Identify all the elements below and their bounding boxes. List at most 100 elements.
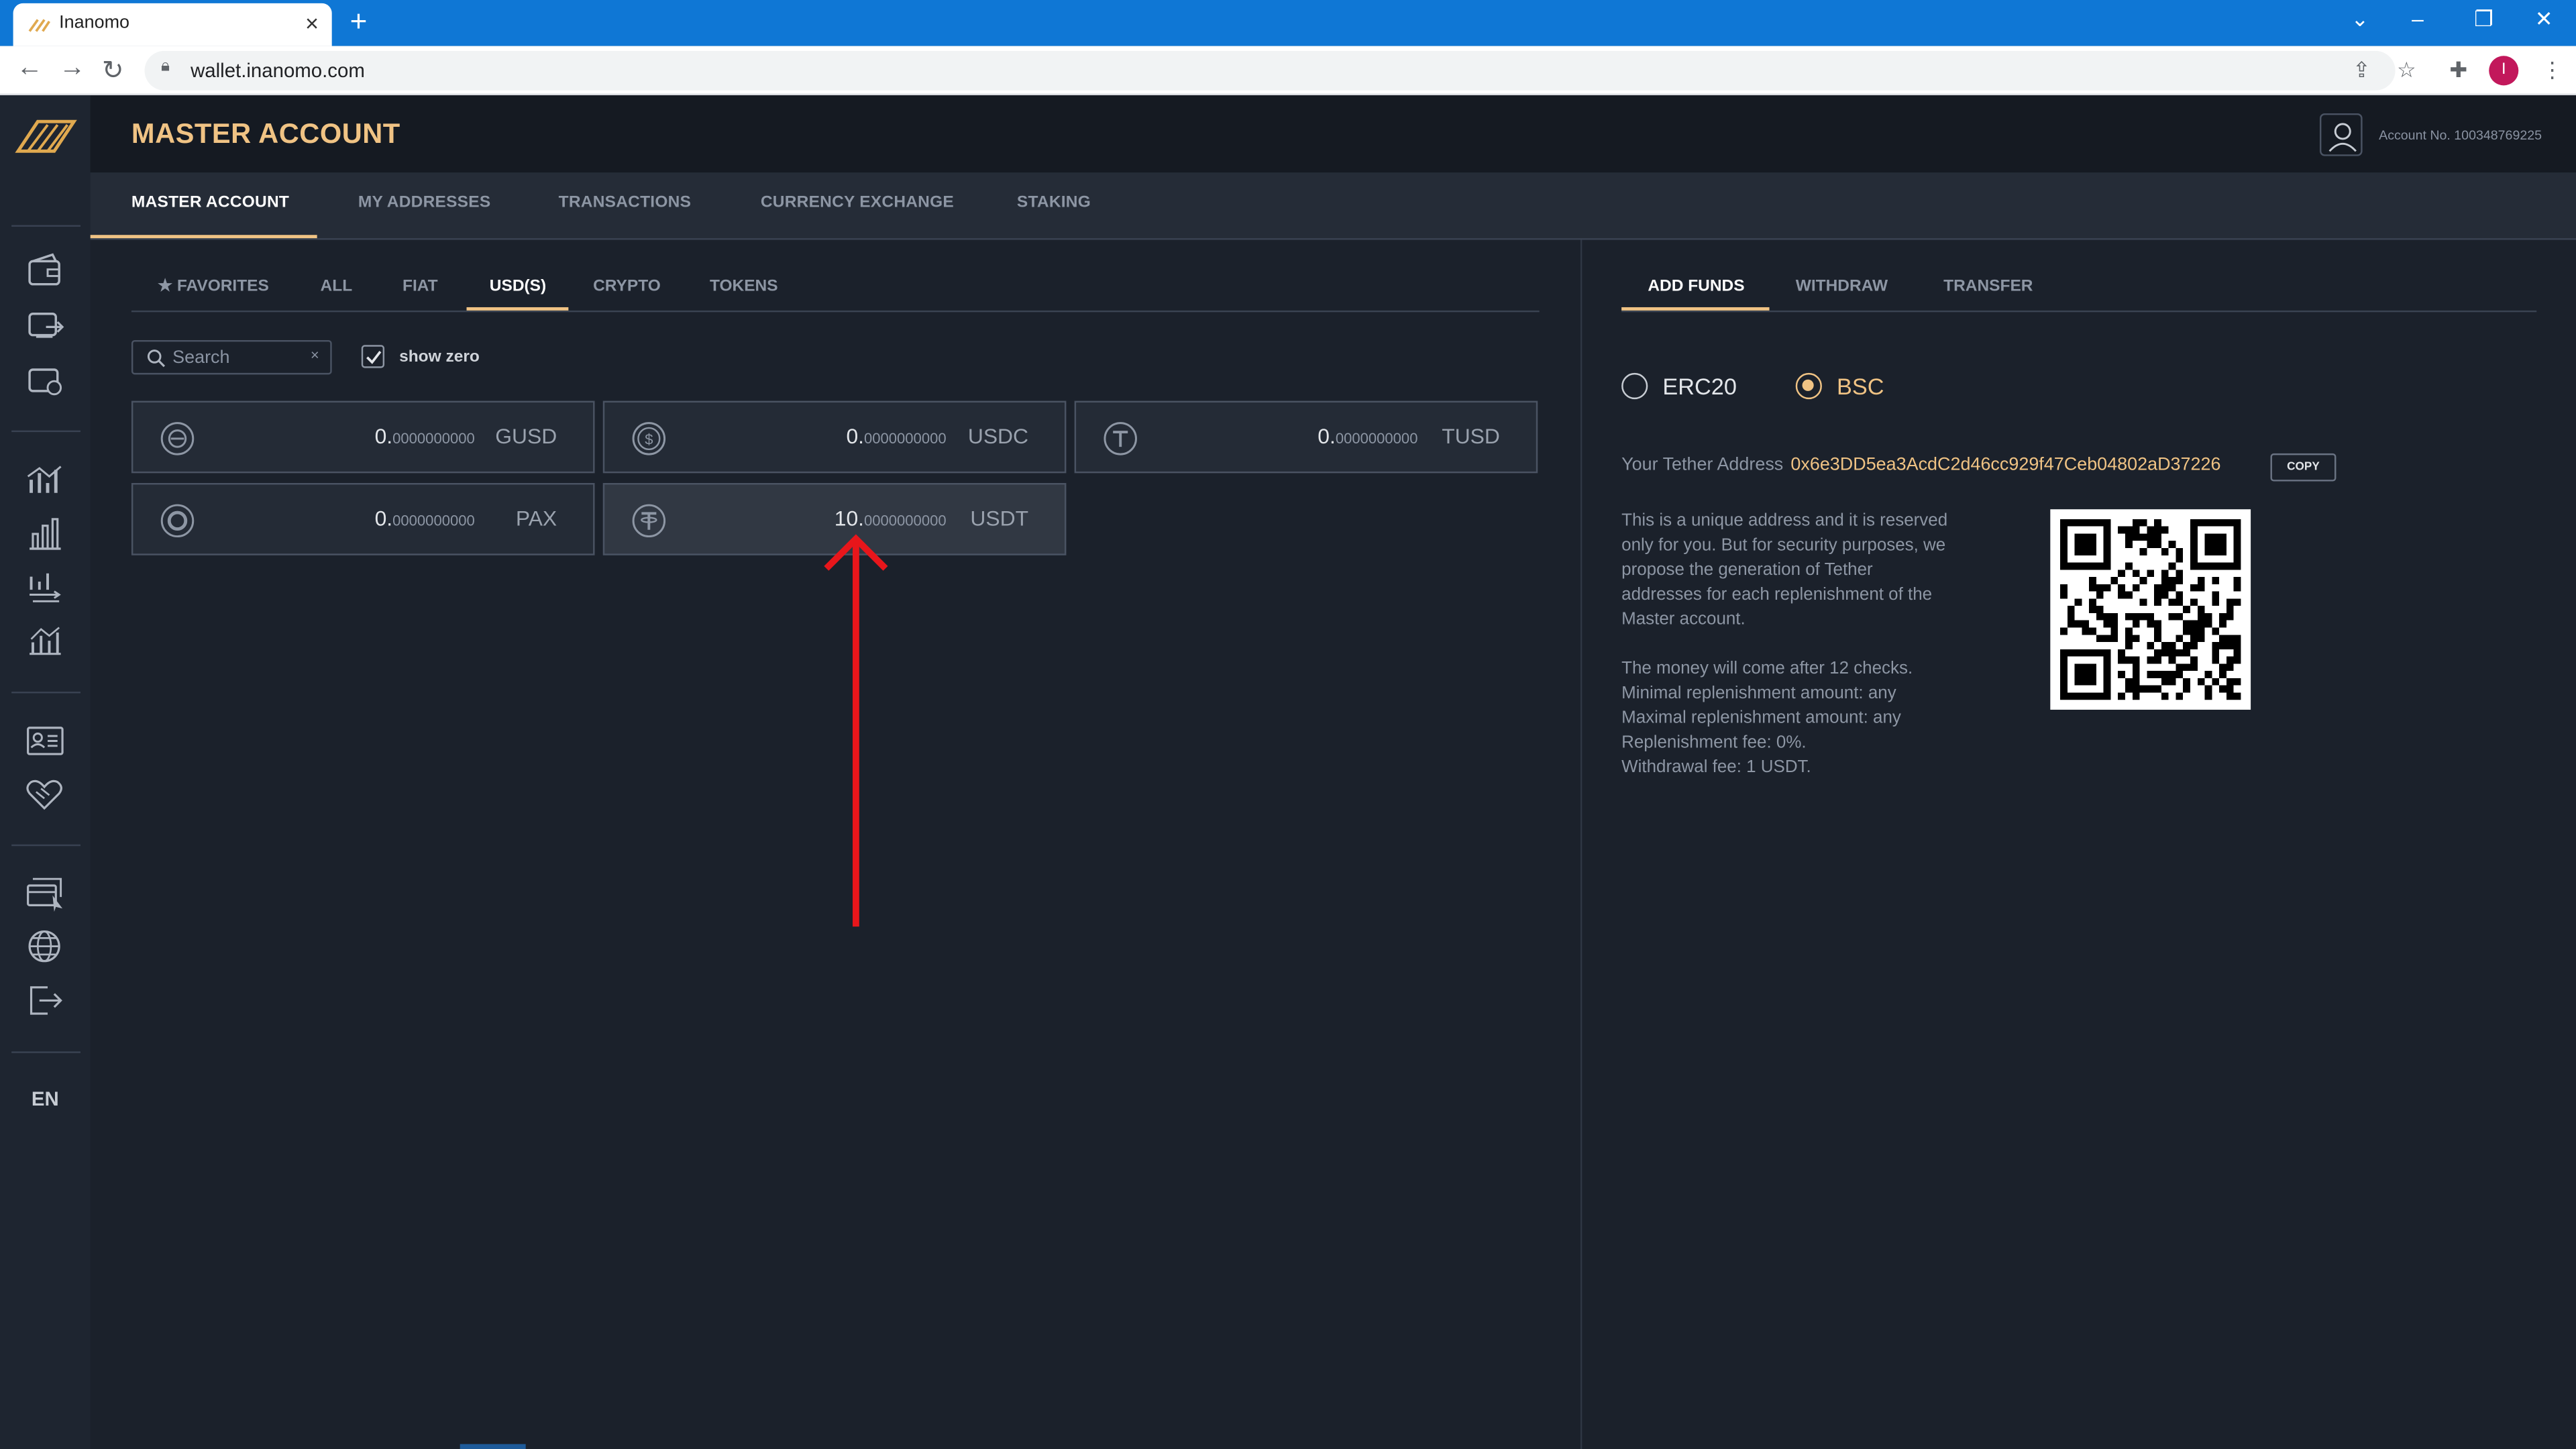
star-icon: ★ bbox=[158, 277, 173, 296]
inanomo-favicon-icon bbox=[28, 19, 50, 32]
tab-withdraw[interactable]: WITHDRAW bbox=[1796, 278, 1888, 296]
forward-icon[interactable]: → bbox=[59, 54, 85, 84]
tab-transfer[interactable]: TRANSFER bbox=[1943, 278, 2033, 296]
nav-staking[interactable]: STAKING bbox=[1017, 194, 1091, 212]
search-icon bbox=[147, 350, 166, 368]
nav-my-addresses[interactable]: MY ADDRESSES bbox=[358, 194, 491, 212]
network-label-bsc: BSC bbox=[1836, 372, 1884, 400]
balance-amount: 0.0000000000 bbox=[374, 506, 475, 531]
tab-crypto[interactable]: CRYPTO bbox=[593, 278, 661, 296]
user-profile-icon[interactable] bbox=[2319, 113, 2363, 156]
annotation-arrow bbox=[824, 534, 888, 927]
tab-usds[interactable]: USD(S) bbox=[490, 278, 546, 296]
address-bar[interactable]: 🔒︎ wallet.inanomo.com bbox=[144, 50, 2396, 91]
tab-search-icon[interactable]: ⌄ bbox=[2351, 7, 2369, 33]
currency-card-usdc[interactable]: $ 0.0000000000 USDC bbox=[602, 400, 1067, 474]
funds-panel: ADD FUNDS WITHDRAW TRANSFER ERC20 BSC Yo… bbox=[1582, 240, 2576, 1449]
wallet-add-icon[interactable] bbox=[23, 360, 66, 399]
show-zero-checkbox[interactable] bbox=[361, 345, 385, 368]
balance-amount: 0.0000000000 bbox=[1318, 423, 1418, 449]
browser-tab[interactable]: Inanomo × bbox=[13, 3, 332, 46]
currency-card-gusd[interactable]: 0.0000000000 GUSD bbox=[131, 400, 595, 474]
nav-active-indicator bbox=[90, 235, 317, 239]
inanomo-logo-icon[interactable] bbox=[15, 112, 77, 158]
address-label: Your Tether Address bbox=[1621, 455, 1784, 475]
currency-code: PAX bbox=[515, 506, 557, 531]
wallet-icon[interactable] bbox=[23, 252, 66, 291]
address-url: wallet.inanomo.com bbox=[191, 59, 365, 83]
lock-icon: 🔒︎ bbox=[161, 57, 170, 76]
tab-favorites-label: FAVORITES bbox=[176, 277, 269, 296]
new-tab-icon[interactable]: + bbox=[350, 5, 368, 39]
tab-active-indicator bbox=[1621, 307, 1770, 311]
back-icon[interactable]: ← bbox=[16, 54, 42, 84]
bar-chart-icon[interactable] bbox=[23, 515, 66, 554]
window-close-icon[interactable]: ✕ bbox=[2535, 7, 2553, 33]
qr-code bbox=[2050, 509, 2251, 710]
tab-tokens[interactable]: TOKENS bbox=[710, 278, 778, 296]
bookmark-star-icon[interactable]: ☆ bbox=[2397, 58, 2416, 84]
staking-chart-icon[interactable] bbox=[23, 621, 66, 661]
wallet-transfer-icon[interactable] bbox=[23, 304, 66, 343]
currency-code: USDT bbox=[970, 506, 1029, 531]
sidebar-divider bbox=[11, 225, 81, 227]
extensions-icon[interactable]: ✚ bbox=[2449, 58, 2467, 84]
nav-transactions[interactable]: TRANSACTIONS bbox=[559, 194, 692, 212]
copy-address-button[interactable]: COPY bbox=[2270, 453, 2337, 482]
globe-icon[interactable] bbox=[23, 926, 66, 966]
tab-fiat[interactable]: FIAT bbox=[402, 278, 438, 296]
tab-all[interactable]: ALL bbox=[321, 278, 353, 296]
sidebar-divider bbox=[11, 844, 81, 847]
restore-icon[interactable]: ❐ bbox=[2474, 7, 2493, 33]
reload-icon[interactable]: ↻ bbox=[102, 54, 124, 87]
app-header: MASTER ACCOUNT Account No. 100348769225 bbox=[90, 95, 2576, 173]
browser-toolbar: ← → ↻ 🔒︎ wallet.inanomo.com ⇪ ☆ ✚ ⋮ bbox=[0, 46, 2576, 96]
language-selector[interactable]: EN bbox=[0, 1087, 91, 1110]
share-icon[interactable]: ⇪ bbox=[2353, 58, 2371, 84]
sidebar-divider bbox=[11, 692, 81, 694]
payment-cards-icon[interactable] bbox=[23, 872, 66, 912]
sidebar-divider bbox=[11, 430, 81, 433]
browser-menu-icon[interactable]: ⋮ bbox=[2542, 58, 2563, 84]
search-input[interactable] bbox=[172, 345, 305, 370]
balance-amount: 0.0000000000 bbox=[374, 423, 475, 449]
browser-tab-title: Inanomo bbox=[59, 13, 130, 33]
currency-card-pax[interactable]: 0.0000000000 PAX bbox=[131, 483, 595, 555]
tusd-coin-icon bbox=[1104, 422, 1137, 455]
gusd-coin-icon bbox=[160, 422, 195, 455]
account-number: Account No. 100348769225 bbox=[2379, 128, 2542, 144]
network-radio-bsc[interactable] bbox=[1795, 372, 1822, 400]
tab-favorites[interactable]: ★ FAVORITES bbox=[158, 278, 269, 296]
profile-avatar[interactable]: I bbox=[2489, 56, 2519, 86]
currency-code: GUSD bbox=[495, 423, 557, 449]
funds-tabs: ADD FUNDS WITHDRAW TRANSFER bbox=[1621, 274, 2537, 313]
currency-card-tusd[interactable]: 0.0000000000 TUSD bbox=[1074, 400, 1538, 474]
nav-currency-exchange[interactable]: CURRENCY EXCHANGE bbox=[761, 194, 954, 212]
currency-code: TUSD bbox=[1442, 423, 1500, 449]
search-box: × bbox=[131, 339, 332, 375]
usdt-coin-icon bbox=[632, 504, 666, 538]
pax-coin-icon bbox=[160, 504, 195, 538]
clear-search-icon[interactable]: × bbox=[311, 347, 319, 363]
show-zero-label: show zero bbox=[399, 348, 480, 367]
network-radio-erc20[interactable] bbox=[1621, 372, 1648, 400]
page-title: MASTER ACCOUNT bbox=[131, 118, 400, 150]
tab-close-icon[interactable]: × bbox=[305, 10, 319, 36]
sidebar-divider bbox=[11, 1051, 81, 1053]
address-info-text: This is a unique address and it is reser… bbox=[1621, 511, 1948, 629]
main-nav: MASTER ACCOUNT MY ADDRESSES TRANSACTIONS… bbox=[90, 172, 2576, 240]
scroll-indicator bbox=[460, 1444, 526, 1449]
trading-chart-icon[interactable] bbox=[23, 460, 66, 500]
checkmark-icon bbox=[366, 350, 382, 364]
balance-amount: 0.0000000000 bbox=[846, 423, 947, 449]
tab-add-funds[interactable]: ADD FUNDS bbox=[1648, 278, 1744, 296]
logout-icon[interactable] bbox=[23, 981, 66, 1020]
sidebar: EN bbox=[0, 95, 91, 1449]
tab-active-indicator bbox=[466, 307, 569, 311]
usdc-coin-icon: $ bbox=[632, 422, 666, 455]
minimize-icon[interactable]: – bbox=[2412, 7, 2424, 32]
partnership-icon[interactable] bbox=[23, 773, 66, 813]
nav-master-account[interactable]: MASTER ACCOUNT bbox=[131, 194, 289, 212]
id-card-icon[interactable] bbox=[23, 721, 66, 761]
exchange-chart-icon[interactable] bbox=[23, 567, 66, 606]
